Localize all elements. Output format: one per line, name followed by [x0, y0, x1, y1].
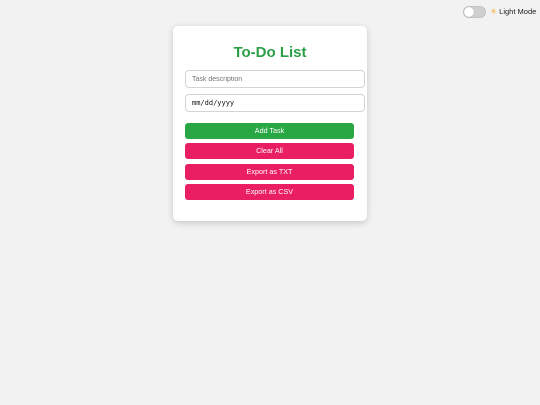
- export-txt-button[interactable]: Export as TXT: [185, 164, 354, 180]
- due-date-field[interactable]: mm/dd/yyyy: [185, 94, 365, 112]
- task-description-field[interactable]: [185, 70, 365, 88]
- switch-knob: [464, 7, 474, 17]
- sun-icon: ☀: [490, 7, 498, 16]
- theme-toggle: ☀ Light Mode: [463, 6, 536, 18]
- export-csv-button[interactable]: Export as CSV: [185, 184, 354, 200]
- clear-all-button[interactable]: Clear All: [185, 143, 354, 159]
- add-task-button[interactable]: Add Task: [185, 123, 354, 139]
- todo-card: To-Do List mm/dd/yyyy Add Task Clear All…: [173, 26, 367, 221]
- theme-mode-label: Light Mode: [499, 7, 537, 16]
- page-title: To-Do List: [233, 44, 307, 61]
- task-description-input[interactable]: [192, 75, 358, 83]
- date-input-placeholder: mm/dd/yyyy: [192, 99, 235, 107]
- theme-switch[interactable]: [463, 6, 486, 18]
